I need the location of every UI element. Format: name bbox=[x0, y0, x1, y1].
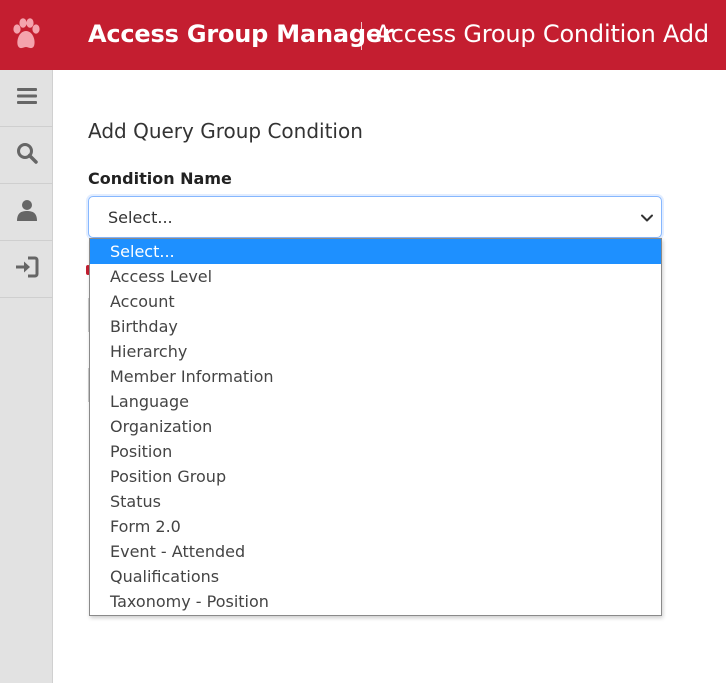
dropdown-option[interactable]: Account bbox=[90, 289, 661, 314]
sidebar-sign-in-button[interactable] bbox=[0, 241, 53, 298]
dropdown-option[interactable]: Organization bbox=[90, 414, 661, 439]
page-heading: Add Query Group Condition bbox=[88, 119, 363, 143]
dropdown-option[interactable]: Member Information bbox=[90, 364, 661, 389]
dropdown-option[interactable]: Taxonomy - Position bbox=[90, 589, 661, 614]
dropdown-option[interactable]: Qualifications bbox=[90, 564, 661, 589]
title-divider bbox=[361, 22, 362, 50]
search-icon bbox=[16, 142, 38, 168]
dropdown-option[interactable]: Status bbox=[90, 489, 661, 514]
dropdown-option[interactable]: Position bbox=[90, 439, 661, 464]
dropdown-option[interactable]: Event - Attended bbox=[90, 539, 661, 564]
dropdown-option[interactable]: Hierarchy bbox=[90, 339, 661, 364]
top-bar: Access Group Manager Access Group Condit… bbox=[0, 0, 726, 70]
select-current-value: Select... bbox=[108, 208, 173, 227]
user-icon bbox=[16, 199, 38, 225]
condition-name-label: Condition Name bbox=[88, 169, 232, 188]
hamburger-menu-icon bbox=[16, 87, 37, 109]
sidebar-search-button[interactable] bbox=[0, 127, 53, 184]
condition-name-select[interactable]: Select... bbox=[88, 196, 662, 238]
sidebar-user-button[interactable] bbox=[0, 184, 53, 241]
chevron-down-icon bbox=[640, 210, 654, 229]
condition-name-dropdown-list[interactable]: Select... Access Level Account Birthday Hier… bbox=[89, 238, 662, 616]
page-name: Access Group Condition Add bbox=[375, 20, 709, 48]
dropdown-option[interactable]: Position Group bbox=[90, 464, 661, 489]
paw-icon[interactable] bbox=[0, 0, 53, 70]
sign-in-icon bbox=[15, 256, 39, 282]
dropdown-option[interactable]: Form 2.0 bbox=[90, 514, 661, 539]
dropdown-option[interactable]: Select... bbox=[90, 239, 661, 264]
sidebar bbox=[0, 70, 53, 683]
app-title[interactable]: Access Group Manager bbox=[88, 20, 394, 48]
dropdown-option[interactable]: Access Level bbox=[90, 264, 661, 289]
dropdown-option[interactable]: Language bbox=[90, 389, 661, 414]
sidebar-menu-button[interactable] bbox=[0, 70, 53, 127]
dropdown-option[interactable]: Birthday bbox=[90, 314, 661, 339]
